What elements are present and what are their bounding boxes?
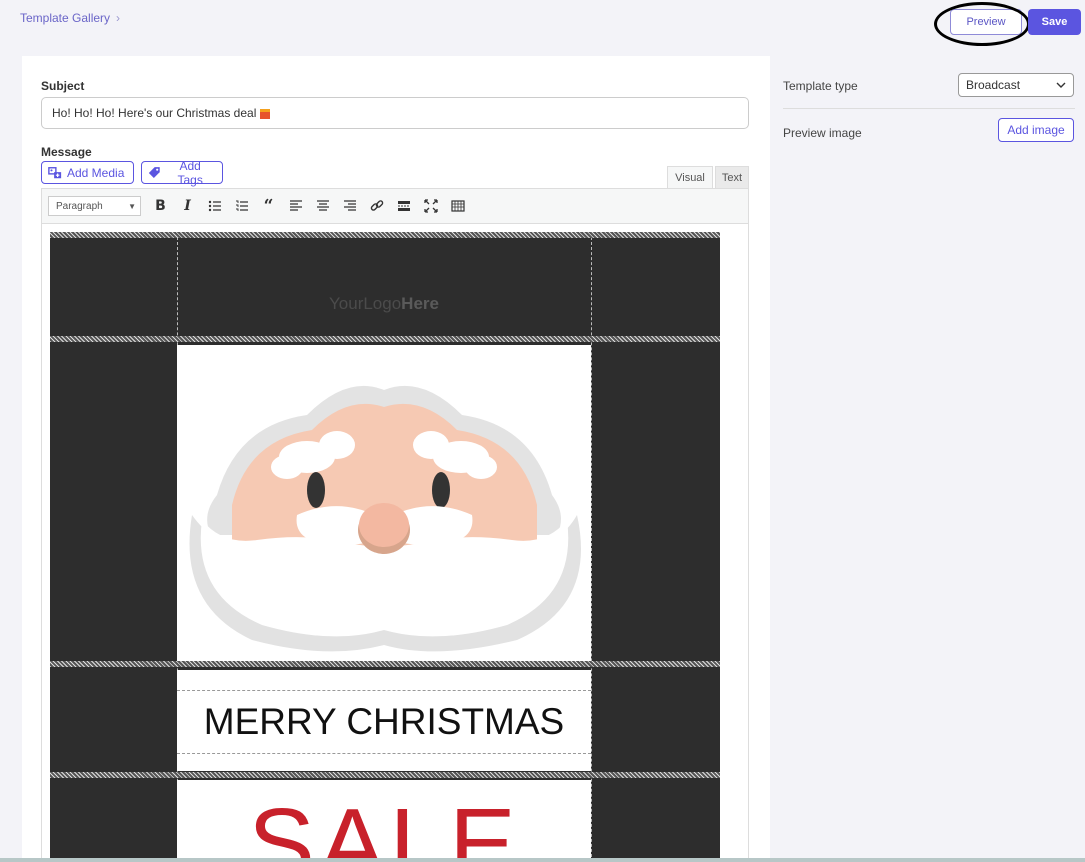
link-icon[interactable] xyxy=(363,194,390,218)
headline-block[interactable]: MERRY CHRISTMAS xyxy=(177,670,591,771)
row-divider xyxy=(50,336,720,342)
read-more-icon[interactable] xyxy=(390,194,417,218)
breadcrumb-template-gallery[interactable]: Template Gallery xyxy=(20,11,110,25)
italic-icon[interactable]: I xyxy=(174,194,201,218)
logo-prefix: YourLogo xyxy=(329,294,402,313)
logo-bold: Here xyxy=(401,294,439,313)
tag-icon xyxy=(148,166,160,178)
add-media-label: Add Media xyxy=(67,165,125,180)
subject-label: Subject xyxy=(41,79,85,93)
sale-block[interactable]: SALE xyxy=(177,780,591,862)
template-type-value: Broadcast xyxy=(966,78,1021,92)
row-divider xyxy=(50,772,720,778)
add-media-icon xyxy=(48,166,62,178)
add-media-button[interactable]: Add Media xyxy=(41,161,134,184)
align-center-icon[interactable] xyxy=(309,194,336,218)
row-divider xyxy=(50,661,720,667)
toolbar-toggle-icon[interactable] xyxy=(444,194,471,218)
logo-placeholder[interactable]: YourLogoHere xyxy=(177,294,591,314)
numbered-list-icon[interactable] xyxy=(228,194,255,218)
editor-toolbar: Paragraph ▼ B I “ xyxy=(41,188,749,224)
chevron-down-icon xyxy=(1056,82,1066,88)
blockquote-icon[interactable]: “ xyxy=(255,194,282,218)
divider xyxy=(783,108,1075,109)
settings-sidebar: Template type Broadcast Preview image Ad… xyxy=(770,56,1085,862)
gift-emoji-icon xyxy=(260,109,271,119)
template-type-label: Template type xyxy=(783,79,858,93)
row-divider xyxy=(50,232,720,238)
bold-icon[interactable]: B xyxy=(147,194,174,218)
add-tags-label: Add Tags xyxy=(177,158,203,187)
santa-face-icon xyxy=(189,385,581,652)
message-label: Message xyxy=(41,145,92,159)
template-type-select[interactable]: Broadcast xyxy=(958,73,1074,97)
align-left-icon[interactable] xyxy=(282,194,309,218)
bottom-strip xyxy=(0,858,1085,862)
email-template[interactable]: YourLogoHere MERRY CHRISTMAS SALE xyxy=(50,232,720,862)
preview-button[interactable]: Preview xyxy=(950,9,1022,35)
tab-visual[interactable]: Visual xyxy=(667,166,713,188)
add-tags-button[interactable]: Add Tags xyxy=(141,158,223,187)
align-right-icon[interactable] xyxy=(336,194,363,218)
tab-text[interactable]: Text xyxy=(715,166,749,188)
format-select[interactable]: Paragraph ▼ xyxy=(48,196,141,216)
caret-down-icon: ▼ xyxy=(128,201,136,211)
sale-text[interactable]: SALE xyxy=(177,794,591,862)
bullet-list-icon[interactable] xyxy=(201,194,228,218)
editor-panel: Subject Ho! Ho! Ho! Here's our Christmas… xyxy=(22,56,770,862)
breadcrumb[interactable]: Template Gallery › xyxy=(20,11,120,25)
preview-image-label: Preview image xyxy=(783,126,862,140)
add-image-button[interactable]: Add image xyxy=(998,118,1074,142)
subject-value: Ho! Ho! Ho! Here's our Christmas deal xyxy=(52,106,257,120)
editor-canvas[interactable]: YourLogoHere MERRY CHRISTMAS SALE xyxy=(41,224,749,862)
subject-input[interactable]: Ho! Ho! Ho! Here's our Christmas deal xyxy=(41,97,749,129)
top-bar: Template Gallery › Preview Save xyxy=(0,0,1085,50)
format-select-value: Paragraph xyxy=(56,200,103,212)
column-guide xyxy=(591,232,592,862)
chevron-right-icon: › xyxy=(116,11,121,25)
fullscreen-icon[interactable] xyxy=(417,194,444,218)
santa-image[interactable] xyxy=(177,345,591,661)
headline-text[interactable]: MERRY CHRISTMAS xyxy=(177,690,591,754)
save-button[interactable]: Save xyxy=(1028,9,1081,35)
